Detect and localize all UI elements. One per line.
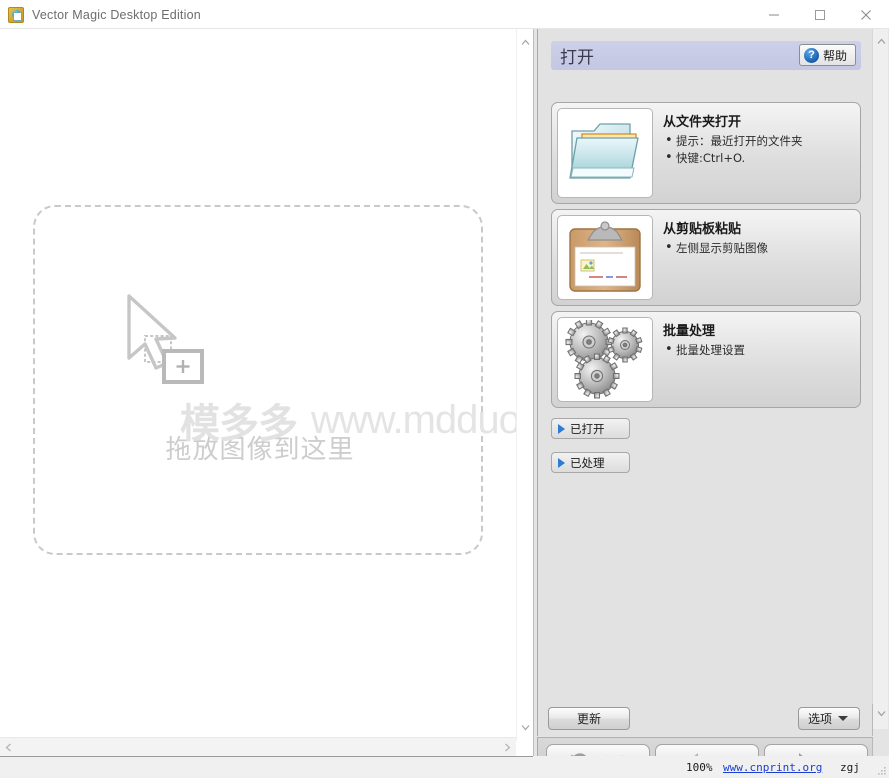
card-bullet: 批量处理设置 — [663, 341, 854, 359]
card-body: 从剪贴板粘贴 左侧显示剪贴图像 — [653, 210, 860, 305]
chevron-up-icon[interactable] — [517, 34, 534, 51]
chevron-down-icon[interactable] — [873, 705, 889, 722]
minimize-icon[interactable] — [751, 0, 797, 29]
options-button[interactable]: 选项 — [798, 707, 860, 730]
section-opened-toggle[interactable]: 已打开 — [551, 418, 630, 439]
chevron-right-icon[interactable] — [499, 739, 516, 756]
panel-vertical-scrollbar[interactable] — [872, 29, 888, 729]
cursor-plus-icon — [115, 292, 215, 402]
triangle-right-icon — [558, 457, 565, 468]
drop-zone[interactable]: 拖放图像到这里 — [33, 205, 483, 555]
card-title: 从剪贴板粘贴 — [663, 222, 742, 237]
panel-header: 打开 ? 帮助 — [551, 41, 861, 70]
panel-actions: 更新 选项 — [537, 704, 873, 736]
caret-down-icon — [838, 716, 848, 721]
help-button-label: 帮助 — [822, 48, 847, 63]
card-bullet: 左侧显示剪贴图像 — [663, 239, 854, 257]
canvas-vertical-scrollbar[interactable] — [516, 29, 533, 741]
title-bar: Vector Magic Desktop Edition — [0, 0, 889, 29]
options-button-label: 选项 — [807, 712, 832, 726]
resize-grip-icon[interactable] — [875, 764, 887, 776]
panel-scroll-region: 打开 ? 帮助 从文件夹打开 • 提示：最近打开的文件夹 • 快键:Ctrl+O… — [537, 29, 873, 704]
card-bullet: 快键:Ctrl+O. — [663, 149, 854, 167]
section-processed-toggle[interactable]: 已处理 — [551, 452, 630, 473]
card-title: 从文件夹打开 — [663, 115, 742, 130]
chevron-left-icon[interactable] — [0, 739, 17, 756]
canvas-horizontal-scrollbar[interactable] — [0, 737, 516, 756]
card-bullets: 批量处理设置 — [663, 341, 854, 359]
chevron-down-icon[interactable] — [517, 719, 534, 736]
clipboard-icon — [557, 215, 653, 300]
triangle-right-icon — [558, 423, 565, 434]
question-mark-icon: ? — [803, 47, 819, 63]
card-bullet: 提示：最近打开的文件夹 — [663, 132, 854, 150]
update-button[interactable]: 更新 — [548, 707, 630, 730]
user-label: zgj — [840, 760, 860, 774]
section-processed-label: 已处理 — [570, 455, 605, 470]
card-bullets: 提示：最近打开的文件夹 快键:Ctrl+O. — [663, 132, 854, 167]
chevron-up-icon[interactable] — [873, 33, 889, 50]
card-bullets: 左侧显示剪贴图像 — [663, 239, 854, 257]
window-controls — [751, 0, 889, 29]
open-panel: 打开 ? 帮助 从文件夹打开 • 提示：最近打开的文件夹 • 快键:Ctrl+O… — [533, 29, 889, 778]
app-icon — [8, 6, 24, 23]
gears-icon — [557, 317, 653, 402]
paste-from-clipboard-card[interactable]: 从剪贴板粘贴 左侧显示剪贴图像 — [551, 209, 861, 306]
batch-processing-card[interactable]: 批量处理 批量处理设置 — [551, 311, 861, 408]
zoom-level: 100% — [686, 760, 713, 774]
section-opened-label: 已打开 — [570, 421, 605, 436]
website-link[interactable]: www.cnprint.org — [723, 761, 822, 774]
folder-icon — [557, 108, 653, 198]
card-body: 批量处理 批量处理设置 — [653, 312, 860, 407]
status-bar: 100% www.cnprint.org zgj — [533, 756, 889, 778]
close-icon[interactable] — [843, 0, 889, 29]
page-title: 打开 — [560, 48, 594, 68]
help-button[interactable]: ? 帮助 — [798, 44, 856, 66]
open-from-folder-card[interactable]: 从文件夹打开 提示：最近打开的文件夹 快键:Ctrl+O. — [551, 102, 861, 204]
image-canvas[interactable]: 拖放图像到这里 模多多 www.mdduo.com — [0, 29, 516, 741]
maximize-icon[interactable] — [797, 0, 843, 29]
window-title: Vector Magic Desktop Edition — [32, 7, 201, 22]
card-body: 从文件夹打开 提示：最近打开的文件夹 快键:Ctrl+O. — [653, 103, 860, 203]
bottom-filler — [0, 757, 533, 778]
card-title: 批量处理 — [663, 324, 716, 339]
drop-zone-label: 拖放图像到这里 — [165, 434, 355, 464]
application-window: Vector Magic Desktop Edition 拖放图像到这里 模多多… — [0, 0, 889, 778]
